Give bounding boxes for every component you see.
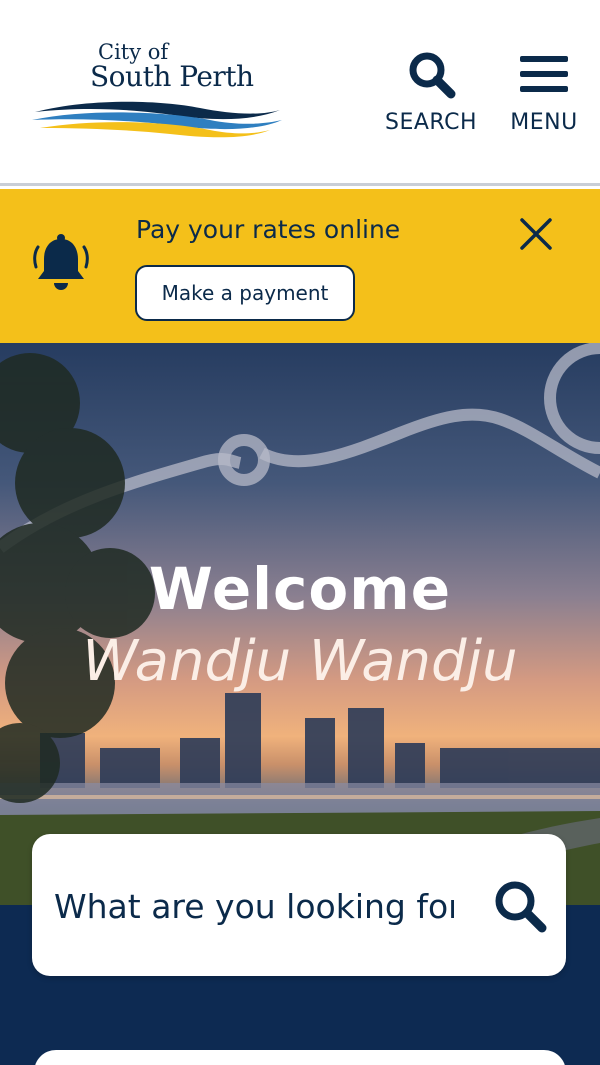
logo-name: South Perth [90,60,254,93]
search-icon [409,52,456,99]
search-label: SEARCH [384,110,477,135]
header-menu-button[interactable]: MENU [494,48,594,148]
make-payment-button[interactable]: Make a payment [135,265,355,321]
search-input[interactable] [54,878,454,934]
hero-title: Welcome [148,555,452,623]
bell-icon [33,234,89,290]
alert-message: Pay your rates online [136,215,401,244]
rates-alert-banner: Pay your rates online Make a payment [0,189,600,343]
close-icon[interactable] [514,212,558,256]
logo-swoosh-icon [32,101,282,138]
next-content-card [34,1050,566,1065]
city-logo[interactable]: City of South Perth [30,40,285,150]
hero-subtitle: Wandju Wandju [82,629,518,694]
hero-scene-image [0,343,600,905]
hero-banner: Welcome Wandju Wandju [0,343,600,905]
hamburger-icon [520,56,568,92]
header-search-button[interactable]: SEARCH [381,48,481,148]
site-header: City of South Perth SEARCH MENU [0,0,600,186]
search-icon[interactable] [490,876,550,936]
menu-label: MENU [510,110,578,135]
site-search-box [32,834,566,976]
